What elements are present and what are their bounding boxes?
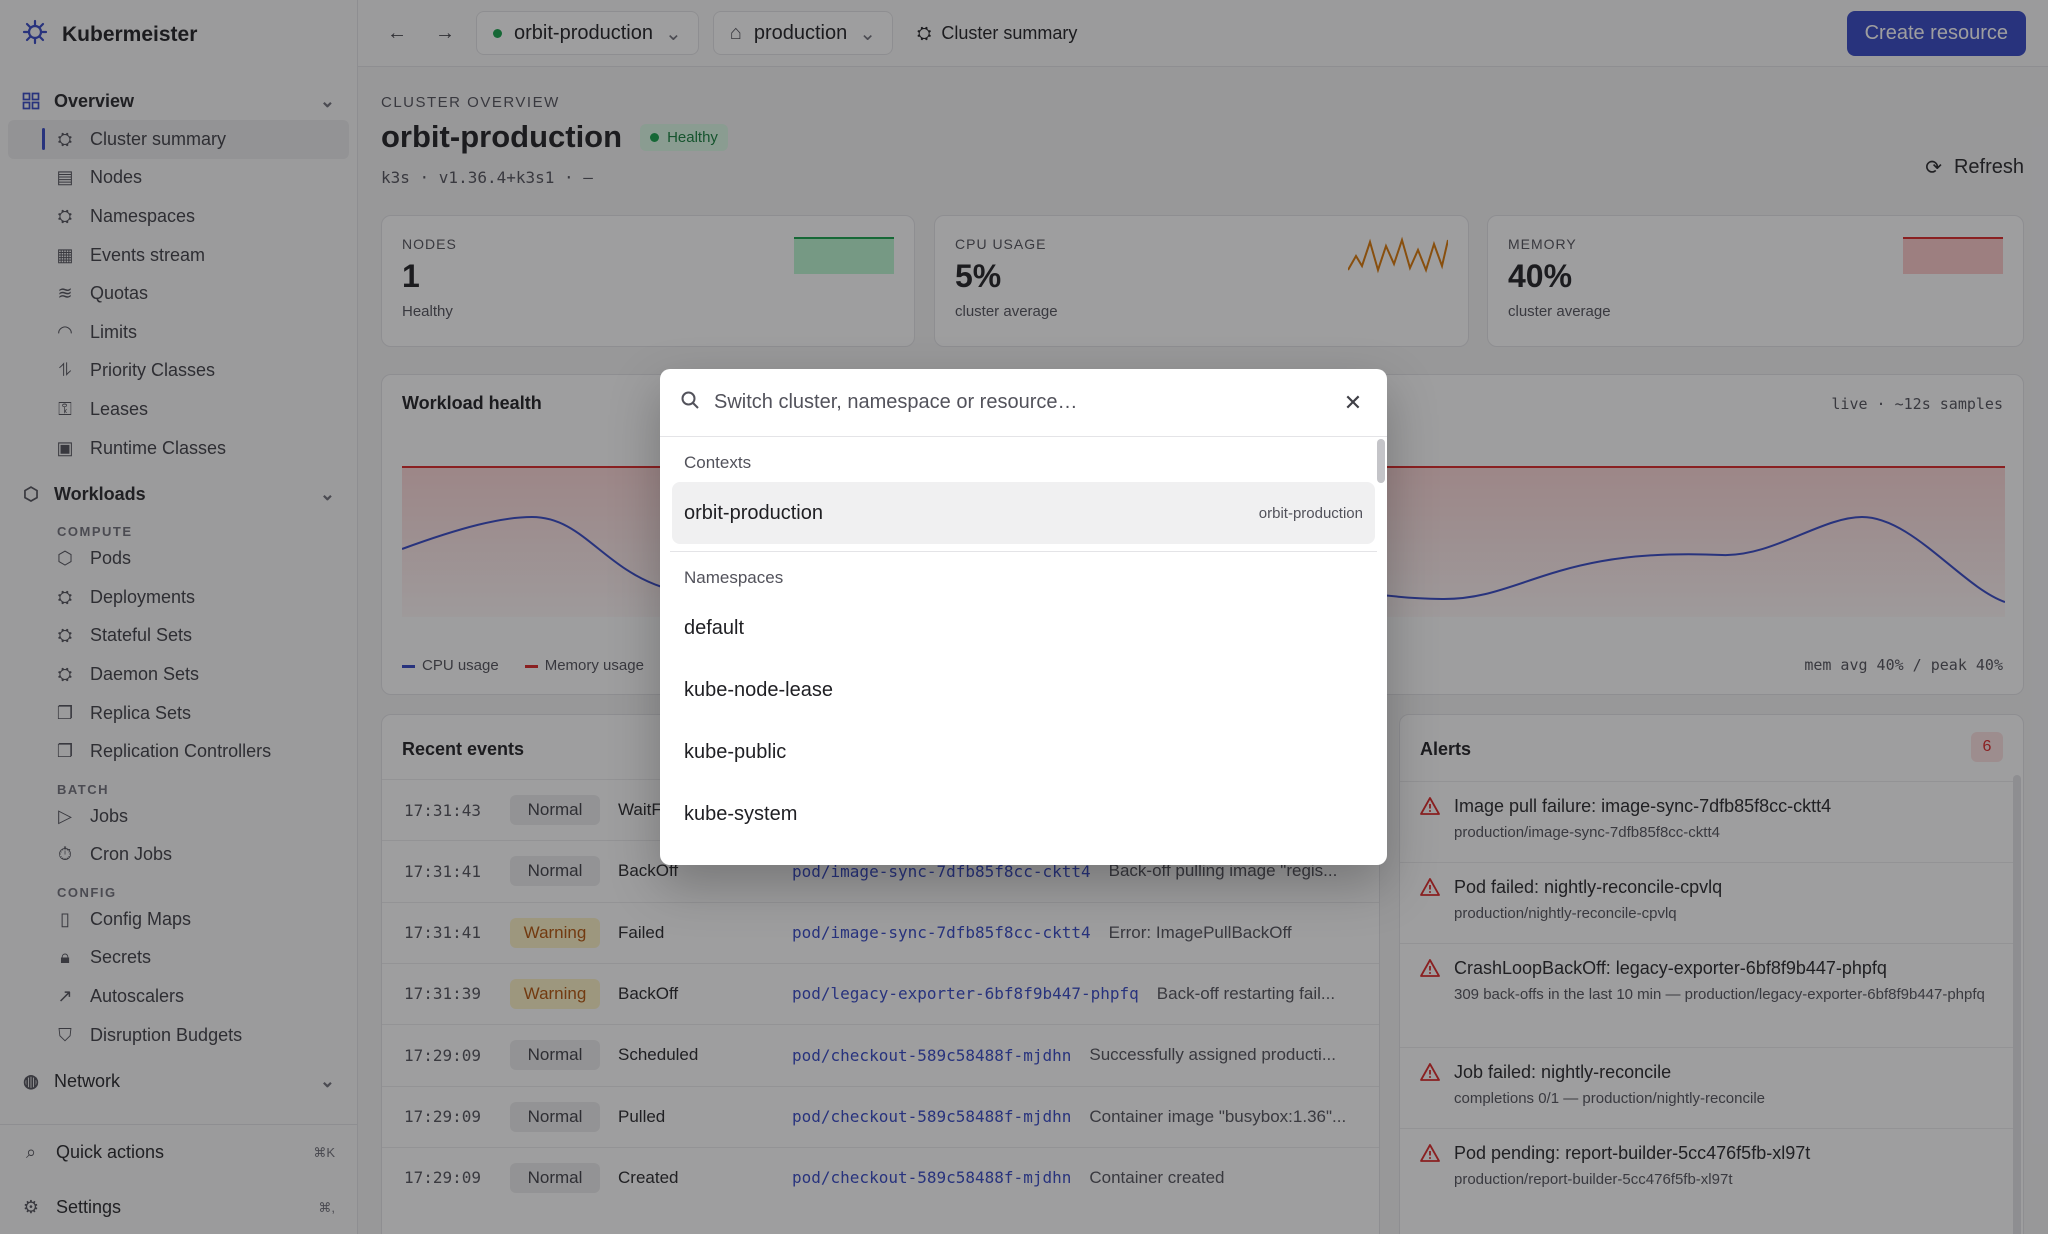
- palette-option-namespace[interactable]: kube-public: [660, 721, 1387, 783]
- option-label: default: [684, 616, 745, 639]
- search-icon: [680, 390, 700, 415]
- palette-search-bar: ✕: [660, 369, 1387, 437]
- option-hint: orbit-production: [1258, 504, 1363, 522]
- close-icon[interactable]: ✕: [1339, 390, 1367, 416]
- palette-option-namespace[interactable]: default: [660, 597, 1387, 659]
- palette-option-context[interactable]: orbit-production orbit-production: [672, 482, 1375, 544]
- option-label: orbit-production: [684, 501, 823, 524]
- palette-option-namespace[interactable]: kube-node-lease: [660, 659, 1387, 721]
- palette-search-input[interactable]: [714, 391, 1325, 414]
- option-label: kube-node-lease: [684, 678, 833, 701]
- palette-section-contexts: Contexts: [684, 453, 752, 472]
- command-palette: ✕ Contexts orbit-production orbit-produc…: [660, 369, 1387, 865]
- palette-section-namespaces: Namespaces: [684, 568, 784, 587]
- option-label: kube-system: [684, 802, 798, 825]
- option-label: kube-public: [684, 740, 787, 763]
- palette-option-namespace[interactable]: kube-system: [660, 783, 1387, 845]
- palette-scrollbar[interactable]: [1377, 439, 1385, 483]
